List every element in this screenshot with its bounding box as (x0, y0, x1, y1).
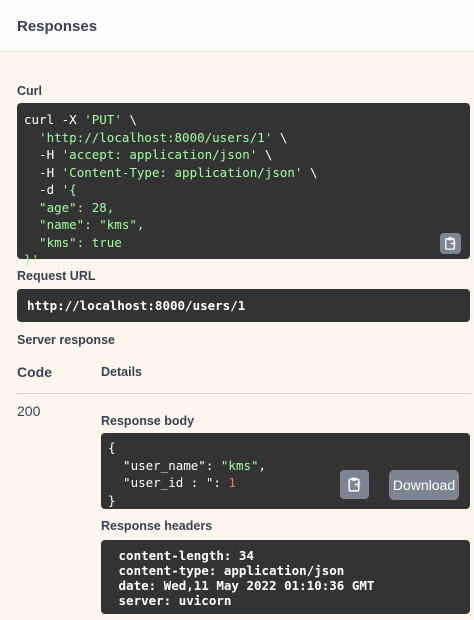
clipboard-copy-icon (348, 477, 361, 492)
status-code: 200 (17, 403, 41, 419)
curl-code: curl -X 'PUT' \ 'http://localhost:8000/u… (24, 112, 318, 267)
responses-header: Responses (0, 0, 474, 52)
curl-code-block: curl -X 'PUT' \ 'http://localhost:8000/u… (17, 103, 470, 267)
server-response-label: Server response (17, 333, 115, 347)
request-url-label: Request URL (17, 269, 96, 283)
response-headers-label: Response headers (101, 519, 213, 533)
header-line: content-length: 34 (111, 548, 254, 563)
header-line: date: Wed,11 May 2022 01:10:36 GMT (111, 578, 375, 593)
clipboard-copy-icon (445, 237, 457, 250)
column-header-code: Code (17, 364, 52, 380)
header-line: content-type: application/json (111, 563, 345, 578)
response-body-label: Response body (101, 414, 195, 428)
copy-response-button[interactable] (340, 470, 369, 499)
column-header-details: Details (101, 365, 142, 379)
header-line: server: uvicorn (111, 593, 232, 608)
section-title: Responses (17, 18, 98, 35)
curl-label: Curl (17, 84, 42, 98)
download-button[interactable]: Download (389, 470, 459, 500)
response-headers-code: content-length: 34 content-type: applica… (111, 548, 460, 608)
copy-curl-button[interactable] (440, 233, 461, 254)
request-url-value: http://localhost:8000/users/1 (27, 298, 246, 313)
request-url-box: http://localhost:8000/users/1 (17, 289, 470, 322)
response-headers-block: content-length: 34 content-type: applica… (101, 540, 470, 614)
table-divider (17, 393, 471, 394)
